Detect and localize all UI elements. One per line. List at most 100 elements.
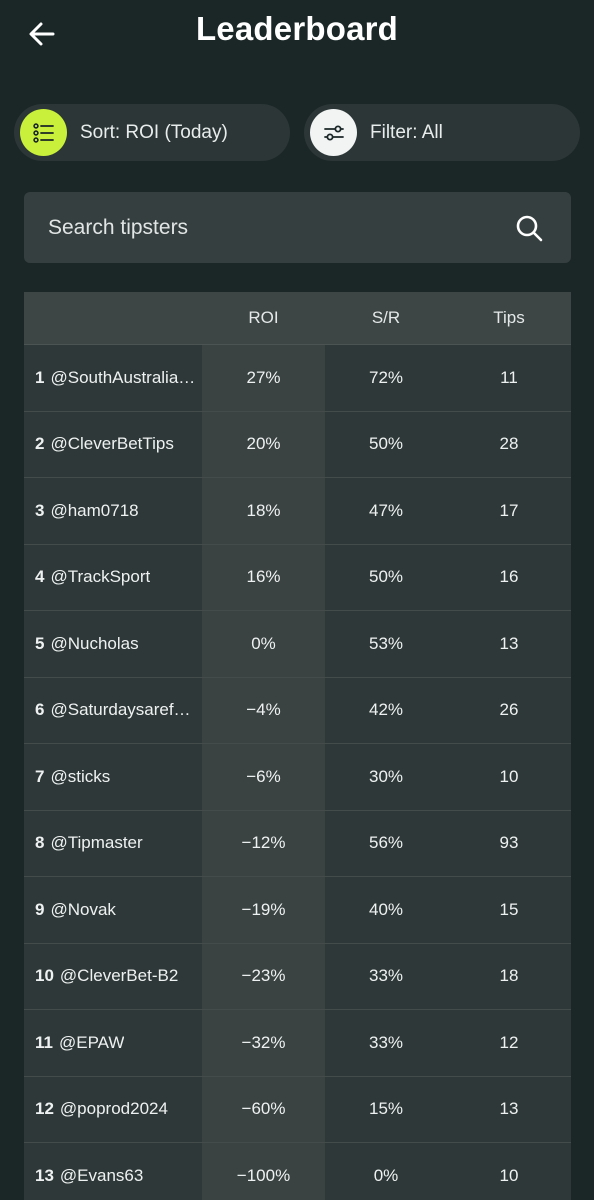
tipster-handle[interactable]: @Novak — [50, 900, 115, 920]
sort-icon-circle — [20, 109, 67, 156]
column-header-tips[interactable]: Tips — [447, 308, 571, 328]
tipster-cell: 9 @Novak — [24, 877, 202, 943]
sr-cell: 53% — [368, 633, 404, 653]
tips-cell: 15 — [499, 899, 519, 919]
tipster-handle[interactable]: @poprod2024 — [60, 1099, 168, 1119]
table-row[interactable]: 2 @CleverBetTips 20% 50% 28 — [24, 411, 571, 478]
tips-cell: 12 — [499, 1032, 519, 1052]
sr-cell: 33% — [368, 966, 404, 986]
rank: 4 — [35, 567, 45, 587]
rank: 7 — [35, 766, 45, 786]
rank: 8 — [35, 833, 45, 853]
table-row[interactable]: 1 @SouthAustralia… 27% 72% 11 — [24, 345, 571, 412]
search-bar — [24, 192, 571, 263]
list-icon — [32, 122, 54, 143]
table-row[interactable]: 7 @sticks −6% 30% 10 — [24, 744, 571, 811]
table-row[interactable]: 6 @Saturdaysaref… −4% 42% 26 — [24, 677, 571, 744]
sr-cell: 33% — [368, 1032, 404, 1052]
tipster-handle[interactable]: @TrackSport — [50, 567, 150, 587]
tipster-handle[interactable]: @Tipmaster — [50, 833, 142, 853]
table-row[interactable]: 9 @Novak −19% 40% 15 — [24, 877, 571, 944]
table-row[interactable]: 11 @EPAW −32% 33% 12 — [24, 1010, 571, 1077]
tips-cell: 16 — [499, 567, 519, 587]
table-row[interactable]: 13 @Evans63 −100% 0% 10 — [24, 1143, 571, 1200]
rank: 3 — [35, 500, 45, 520]
rank: 9 — [35, 899, 45, 919]
leaderboard-table: ROI S/R Tips 1 @SouthAustralia… 27% 72% … — [24, 292, 571, 1200]
tipster-handle[interactable]: @SouthAustralia… — [50, 368, 195, 388]
search-icon[interactable] — [515, 214, 543, 242]
roi-cell: 16% — [202, 544, 325, 610]
sort-button[interactable]: Sort: ROI (Today) — [14, 104, 290, 161]
tipster-cell: 4 @TrackSport — [24, 545, 202, 611]
sr-cell: 72% — [368, 367, 404, 387]
tipster-cell: 12 @poprod2024 — [24, 1077, 202, 1143]
sr-cell: 56% — [368, 833, 404, 853]
tipster-handle[interactable]: @CleverBet-B2 — [60, 966, 178, 986]
table-header: ROI S/R Tips — [24, 292, 571, 345]
tipster-handle[interactable]: @EPAW — [59, 1033, 124, 1053]
roi-cell: −23% — [202, 943, 325, 1009]
sr-cell: 50% — [368, 434, 404, 454]
tipster-cell: 6 @Saturdaysaref… — [24, 678, 202, 744]
tipster-handle[interactable]: @ham0718 — [50, 501, 138, 521]
tips-cell: 10 — [499, 1165, 519, 1185]
roi-cell: 0% — [202, 611, 325, 677]
column-header-roi[interactable]: ROI — [202, 308, 325, 328]
table-row[interactable]: 12 @poprod2024 −60% 15% 13 — [24, 1076, 571, 1143]
roi-cell: −100% — [202, 1143, 325, 1200]
sort-label: Sort: ROI (Today) — [80, 121, 228, 143]
filter-icon-circle — [310, 109, 357, 156]
roi-cell: −6% — [202, 744, 325, 810]
tips-cell: 11 — [500, 367, 518, 387]
tipster-cell: 11 @EPAW — [24, 1010, 202, 1076]
table-row[interactable]: 3 @ham0718 18% 47% 17 — [24, 478, 571, 545]
table-row[interactable]: 8 @Tipmaster −12% 56% 93 — [24, 810, 571, 877]
filter-label: Filter: All — [370, 121, 443, 143]
table-row[interactable]: 10 @CleverBet-B2 −23% 33% 18 — [24, 943, 571, 1010]
column-header-sr[interactable]: S/R — [325, 308, 447, 328]
sr-cell: 50% — [368, 567, 404, 587]
rank: 10 — [35, 966, 54, 986]
tipster-handle[interactable]: @Evans63 — [60, 1166, 143, 1186]
rank: 12 — [35, 1099, 54, 1119]
sr-cell: 15% — [368, 1099, 404, 1119]
rank: 11 — [35, 1032, 53, 1052]
rank: 5 — [35, 633, 45, 653]
roi-cell: −4% — [202, 677, 325, 743]
tips-cell: 26 — [499, 700, 519, 720]
tipster-cell: 1 @SouthAustralia… — [24, 345, 202, 411]
header: Leaderboard — [0, 0, 594, 70]
roi-cell: −12% — [202, 810, 325, 876]
tipster-cell: 10 @CleverBet-B2 — [24, 944, 202, 1010]
roi-cell: −32% — [202, 1010, 325, 1076]
tipster-cell: 13 @Evans63 — [24, 1143, 202, 1200]
sr-cell: 0% — [373, 1165, 399, 1185]
tipster-cell: 8 @Tipmaster — [24, 811, 202, 877]
tipster-handle[interactable]: @Saturdaysaref… — [50, 700, 190, 720]
tips-cell: 13 — [499, 633, 519, 653]
sr-cell: 30% — [368, 766, 404, 786]
rank: 1 — [35, 367, 45, 387]
page-title: Leaderboard — [195, 10, 399, 47]
tips-cell: 17 — [499, 500, 519, 520]
tipster-handle[interactable]: @CleverBetTips — [50, 434, 173, 454]
roi-cell: 27% — [202, 345, 325, 411]
roi-cell: 18% — [202, 478, 325, 544]
tipster-cell: 3 @ham0718 — [24, 478, 202, 544]
filter-button[interactable]: Filter: All — [304, 104, 580, 161]
sliders-icon — [323, 125, 344, 140]
tipster-cell: 7 @sticks — [24, 744, 202, 810]
tipster-handle[interactable]: @sticks — [50, 767, 110, 787]
roi-cell: −19% — [202, 877, 325, 943]
tips-cell: 93 — [499, 833, 519, 853]
tips-cell: 28 — [499, 434, 519, 454]
search-input[interactable] — [48, 215, 488, 240]
tips-cell: 18 — [499, 966, 519, 986]
table-row[interactable]: 4 @TrackSport 16% 50% 16 — [24, 544, 571, 611]
sr-cell: 42% — [368, 700, 404, 720]
tipster-handle[interactable]: @Nucholas — [50, 634, 138, 654]
table-row[interactable]: 5 @Nucholas 0% 53% 13 — [24, 611, 571, 678]
roi-cell: −60% — [202, 1076, 325, 1142]
rank: 6 — [35, 700, 45, 720]
